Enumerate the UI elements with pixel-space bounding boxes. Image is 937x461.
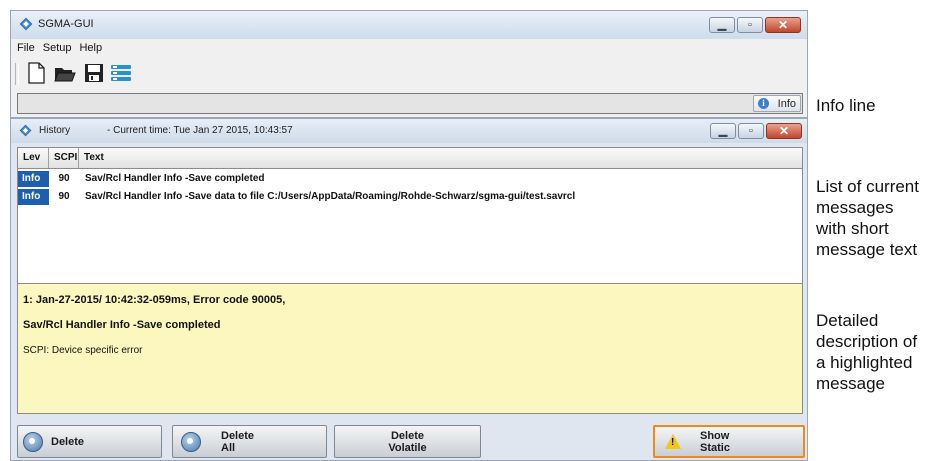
list-header: Lev SCPI Text bbox=[18, 148, 802, 169]
main-titlebar: SGMA-GUI ▁ ▫ ✕ bbox=[11, 11, 807, 39]
row-level: Info bbox=[18, 189, 49, 205]
annotation-list-line: with short bbox=[816, 219, 889, 238]
row-text: Sav/Rcl Handler Info -Save data to file … bbox=[85, 191, 576, 202]
menu-file[interactable]: File bbox=[17, 42, 35, 54]
main-window: SGMA-GUI ▁ ▫ ✕ File Setup Help i Info bbox=[10, 10, 808, 118]
delete-button[interactable]: Delete bbox=[17, 425, 162, 458]
maximize-icon: ▫ bbox=[749, 125, 753, 137]
delete-volatile-label-line2: Volatile bbox=[388, 441, 427, 454]
toolbar-separator bbox=[15, 63, 19, 85]
history-logo-icon bbox=[19, 124, 32, 137]
delete-icon bbox=[23, 432, 43, 452]
info-line: i Info bbox=[17, 93, 803, 114]
annotation-detail-line: Detailed bbox=[816, 311, 879, 330]
minimize-button[interactable]: ▁ bbox=[709, 17, 735, 33]
show-static-label-line2: Static bbox=[700, 441, 730, 454]
delete-all-label-line1: Delete bbox=[221, 429, 255, 442]
detail-message: Sav/Rcl Handler Info -Save completed bbox=[23, 319, 221, 331]
table-row[interactable]: Info 90 Sav/Rcl Handler Info -Save compl… bbox=[18, 171, 802, 187]
minimize-icon: ▁ bbox=[717, 19, 727, 31]
history-title: History bbox=[39, 125, 71, 136]
maximize-button[interactable]: ▫ bbox=[737, 17, 763, 33]
info-button-label: Info bbox=[777, 97, 796, 110]
message-detail: 1: Jan-27-2015/ 10:42:32-059ms, Error co… bbox=[17, 283, 803, 414]
warning-mark-icon: ! bbox=[671, 437, 675, 448]
detail-scpi: SCPI: Device specific error bbox=[23, 345, 143, 356]
menu-help[interactable]: Help bbox=[79, 42, 102, 54]
delete-volatile-label-line1: Delete bbox=[390, 429, 425, 442]
annotation-detail: Detailed description of a highlighted me… bbox=[816, 310, 917, 394]
info-button[interactable]: i Info bbox=[753, 95, 801, 112]
close-icon: ✕ bbox=[777, 18, 789, 32]
delete-all-button[interactable]: Delete All bbox=[172, 425, 327, 458]
column-header-scpi[interactable]: SCPI bbox=[49, 148, 79, 168]
annotation-detail-line: a highlighted bbox=[816, 353, 913, 372]
delete-volatile-button[interactable]: Delete Volatile bbox=[334, 425, 481, 458]
show-static-label-line1: Show bbox=[700, 429, 730, 442]
settings-list-icon[interactable] bbox=[110, 62, 132, 84]
annotation-list: List of current messages with short mess… bbox=[816, 176, 919, 260]
window-title: SGMA-GUI bbox=[38, 18, 94, 30]
row-scpi: 90 bbox=[58, 173, 70, 184]
annotation-info-line: Info line bbox=[816, 96, 876, 115]
column-header-lev[interactable]: Lev bbox=[18, 148, 49, 168]
show-static-button[interactable]: ! Show Static bbox=[653, 425, 805, 458]
table-row[interactable]: Info 90 Sav/Rcl Handler Info -Save data … bbox=[18, 189, 802, 205]
maximize-icon: ▫ bbox=[748, 19, 752, 31]
annotation-list-line: List of current bbox=[816, 177, 919, 196]
info-icon: i bbox=[758, 98, 769, 109]
open-folder-icon[interactable] bbox=[54, 62, 76, 84]
column-header-text[interactable]: Text bbox=[79, 148, 802, 168]
row-scpi: 90 bbox=[58, 191, 70, 202]
menu-bar: File Setup Help bbox=[11, 39, 807, 57]
history-maximize-button[interactable]: ▫ bbox=[738, 123, 764, 139]
detail-header: 1: Jan-27-2015/ 10:42:32-059ms, Error co… bbox=[23, 294, 286, 306]
annotation-detail-line: message bbox=[816, 374, 885, 393]
history-titlebar: History - Current time: Tue Jan 27 2015,… bbox=[11, 119, 807, 143]
row-level: Info bbox=[18, 171, 49, 187]
delete-all-label-line2: All bbox=[221, 441, 236, 454]
current-time: - Current time: Tue Jan 27 2015, 10:43:5… bbox=[107, 125, 293, 136]
app-logo-icon bbox=[19, 17, 33, 31]
new-document-icon[interactable] bbox=[25, 62, 47, 84]
history-minimize-button[interactable]: ▁ bbox=[710, 123, 736, 139]
annotation-list-line: messages bbox=[816, 198, 894, 217]
toolbar bbox=[11, 59, 807, 89]
save-icon[interactable] bbox=[83, 62, 105, 84]
menu-setup[interactable]: Setup bbox=[43, 42, 72, 54]
annotation-detail-line: description of bbox=[816, 332, 918, 351]
minimize-icon: ▁ bbox=[718, 125, 728, 137]
annotation-list-line: message text bbox=[816, 240, 918, 259]
history-close-button[interactable]: ✕ bbox=[766, 123, 802, 139]
close-button[interactable]: ✕ bbox=[765, 17, 801, 33]
row-text: Sav/Rcl Handler Info -Save completed bbox=[85, 173, 265, 184]
message-list[interactable]: Lev SCPI Text Info 90 Sav/Rcl Handler In… bbox=[17, 147, 803, 297]
delete-button-label: Delete bbox=[51, 435, 85, 448]
delete-all-icon bbox=[181, 432, 201, 452]
history-window: History - Current time: Tue Jan 27 2015,… bbox=[10, 118, 808, 461]
close-icon: ✕ bbox=[778, 124, 790, 138]
